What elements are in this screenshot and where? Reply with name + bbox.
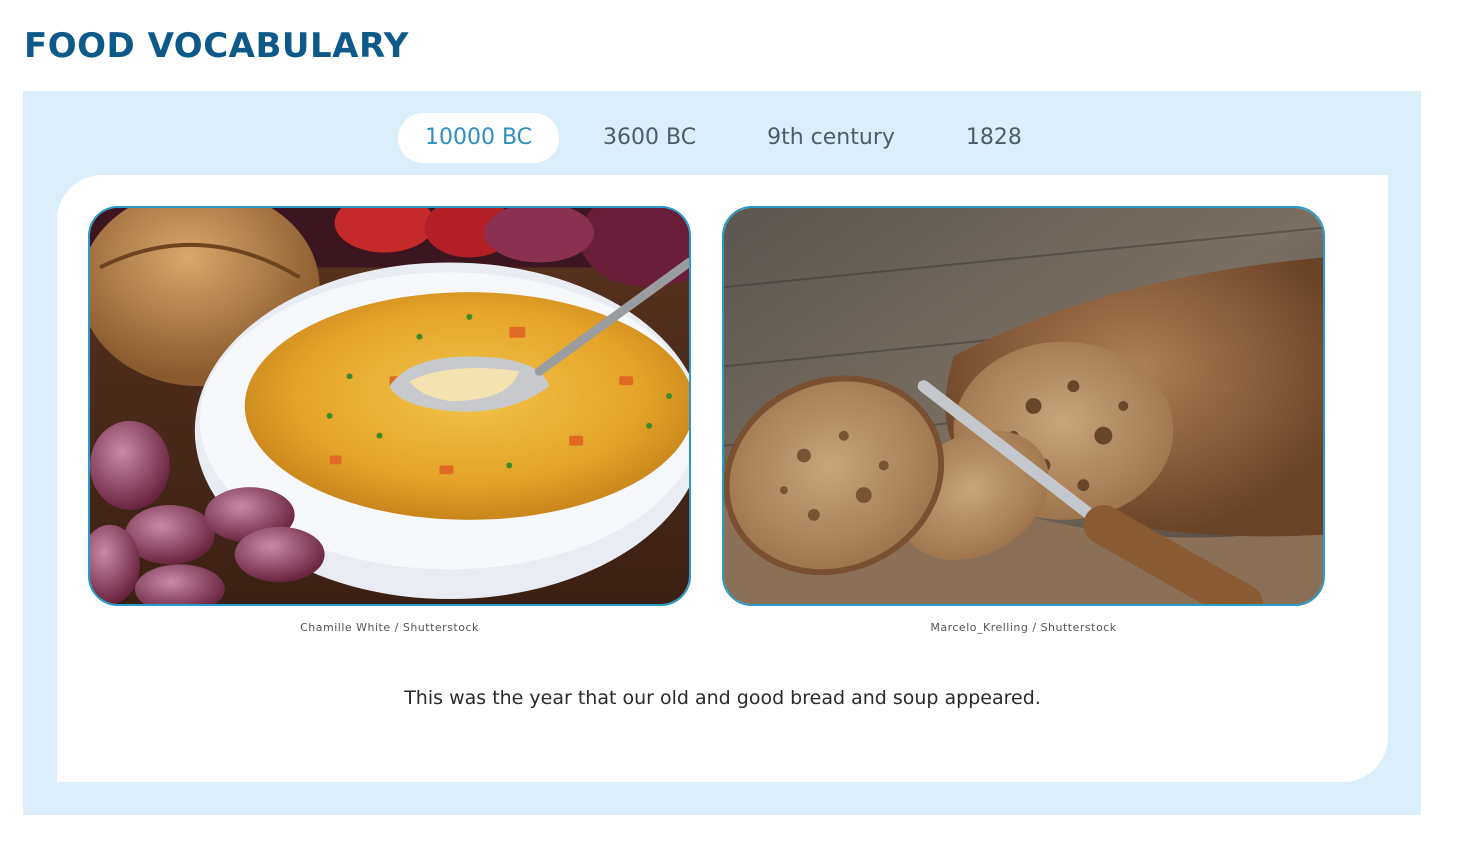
image-credit: Marcelo_Krelling / Shutterstock xyxy=(930,621,1117,634)
bread-image xyxy=(722,206,1325,606)
tab-9th-century[interactable]: 9th century xyxy=(740,113,922,163)
content-card: Chamille White / Shutterstock Marcelo_Kr… xyxy=(57,175,1388,782)
image-credit: Chamille White / Shutterstock xyxy=(300,621,479,634)
soup-image xyxy=(88,206,691,606)
timeline-tabs: 10000 BC 3600 BC 9th century 1828 xyxy=(398,113,1066,163)
tab-10000-bc[interactable]: 10000 BC xyxy=(398,113,560,163)
description-text: This was the year that our old and good … xyxy=(404,687,1041,709)
page-title: FOOD VOCABULARY xyxy=(24,26,409,66)
tab-3600-bc[interactable]: 3600 BC xyxy=(576,113,723,163)
tab-1828[interactable]: 1828 xyxy=(939,113,1049,163)
timeline-panel: 10000 BC 3600 BC 9th century 1828 Chamil… xyxy=(23,91,1421,815)
